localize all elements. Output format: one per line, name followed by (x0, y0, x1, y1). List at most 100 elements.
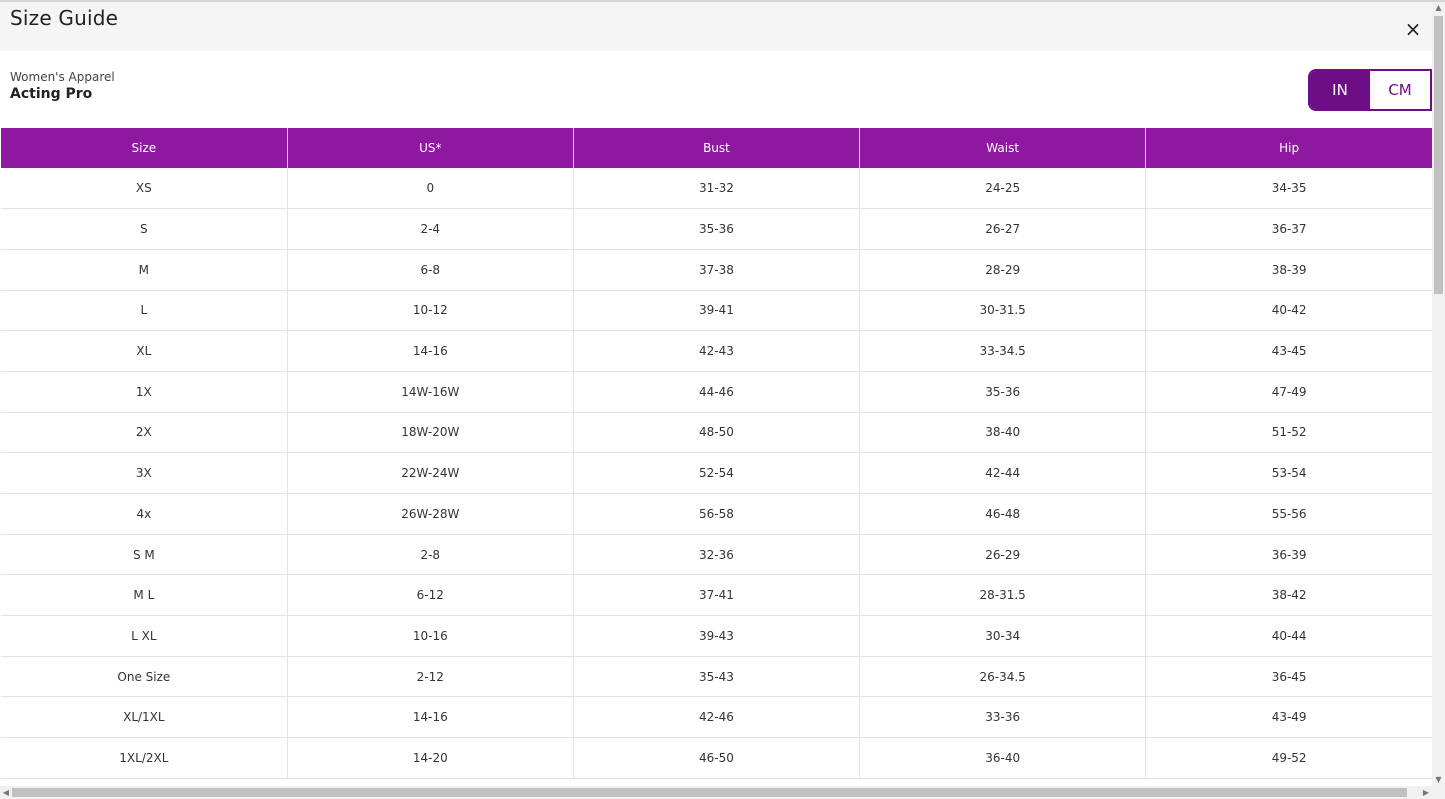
table-cell: 2-4 (286, 208, 574, 250)
table-cell: 40-42 (1145, 290, 1432, 332)
table-cell: 31-32 (572, 168, 860, 210)
table-cell: 18W-20W (286, 412, 574, 454)
column-header: Hip (1145, 128, 1432, 168)
table-cell: 28-31.5 (859, 574, 1146, 617)
size-table: Size US* Bust Waist Hip XS 0 31-32 24-25 34-35 S 2… (1, 128, 1432, 779)
table-cell: 56-58 (572, 493, 860, 535)
table-row: M 6-8 37-38 28-29 38-39 (1, 249, 1432, 291)
table-cell: 33-36 (859, 696, 1146, 739)
table-cell: XL/1XL (1, 696, 288, 739)
column-header: Waist (859, 128, 1146, 168)
table-cell: 10-12 (286, 290, 574, 332)
table-row: 3X 22W-24W 52-54 42-44 53-54 (1, 452, 1432, 494)
table-row: XL/1XL 14-16 42-46 33-36 43-49 (1, 696, 1432, 739)
table-cell: 10-16 (286, 615, 574, 657)
table-cell: 37-41 (572, 574, 860, 617)
table-cell: 35-36 (859, 371, 1146, 413)
table-cell: 1X (1, 371, 288, 413)
product-name: Acting Pro (10, 86, 93, 102)
table-cell: 37-38 (572, 249, 860, 291)
unit-toggle: IN CM (1308, 69, 1432, 111)
table-row: XL 14-16 42-43 33-34.5 43-45 (1, 330, 1432, 372)
close-icon[interactable]: × (1403, 19, 1423, 39)
table-row: S 2-4 35-36 26-27 36-37 (1, 208, 1432, 250)
table-cell: 49-52 (1145, 737, 1432, 779)
table-row: 1XL/2XL 14-20 46-50 36-40 49-52 (1, 737, 1432, 779)
table-cell: S M (1, 534, 288, 576)
table-cell: XS (1, 168, 288, 210)
table-cell: 14-20 (286, 737, 574, 779)
table-cell: 35-36 (572, 208, 860, 250)
table-cell: 2X (1, 412, 288, 454)
table-cell: 36-45 (1145, 656, 1432, 698)
table-cell: 52-54 (572, 452, 860, 494)
table-row: 2X 18W-20W 48-50 38-40 51-52 (1, 412, 1432, 454)
column-header: US* (286, 128, 574, 168)
size-table-container: Size US* Bust Waist Hip XS 0 31-32 24-25 34-35 S 2… (1, 128, 1432, 779)
table-cell: 26-29 (859, 534, 1146, 576)
table-cell: M L (1, 574, 288, 617)
table-row: L 10-12 39-41 30-31.5 40-42 (1, 290, 1432, 332)
table-cell: 35-43 (572, 656, 860, 698)
vertical-scrollbar[interactable]: ▲ ▼ (1432, 2, 1445, 786)
table-cell: 55-56 (1145, 493, 1432, 535)
table-cell: 39-43 (572, 615, 860, 657)
modal-title: Size Guide (10, 6, 119, 30)
table-cell: 36-39 (1145, 534, 1432, 576)
table-cell: 46-50 (572, 737, 860, 779)
table-cell: S (1, 208, 288, 250)
table-cell: 38-40 (859, 412, 1146, 454)
table-cell: 47-49 (1145, 371, 1432, 413)
table-cell: 34-35 (1145, 168, 1432, 210)
table-cell: 28-29 (859, 249, 1146, 291)
table-row: S M 2-8 32-36 26-29 36-39 (1, 534, 1432, 576)
scroll-left-icon[interactable]: ◀ (0, 786, 12, 799)
vertical-scroll-thumb[interactable] (1434, 16, 1443, 294)
table-cell: 36-40 (859, 737, 1146, 779)
table-cell: 6-8 (286, 249, 574, 291)
table-cell: 22W-24W (286, 452, 574, 494)
table-row: L XL 10-16 39-43 30-34 40-44 (1, 615, 1432, 657)
table-cell: 40-44 (1145, 615, 1432, 657)
table-row: XS 0 31-32 24-25 34-35 (1, 168, 1432, 210)
unit-cm-button[interactable]: CM (1370, 71, 1430, 109)
table-cell: 14W-16W (286, 371, 574, 413)
table-cell: L (1, 290, 288, 332)
horizontal-scrollbar[interactable]: ◀ ▶ (0, 786, 1445, 799)
table-cell: 14-16 (286, 696, 574, 739)
table-cell: 33-34.5 (859, 330, 1146, 372)
column-header: Bust (572, 128, 860, 168)
table-cell: One Size (1, 656, 288, 698)
table-cell: 2-8 (286, 534, 574, 576)
table-cell: 42-46 (572, 696, 860, 739)
scroll-down-icon[interactable]: ▼ (1432, 774, 1445, 786)
table-cell: 51-52 (1145, 412, 1432, 454)
column-header: Size (1, 128, 288, 168)
table-cell: 53-54 (1145, 452, 1432, 494)
table-cell: L XL (1, 615, 288, 657)
horizontal-scroll-thumb[interactable] (12, 788, 1407, 797)
table-cell: 32-36 (572, 534, 860, 576)
table-cell: 0 (286, 168, 574, 210)
table-cell: 30-31.5 (859, 290, 1146, 332)
category-label: Women's Apparel (10, 70, 115, 84)
scroll-right-icon[interactable]: ▶ (1420, 786, 1432, 799)
table-row: One Size 2-12 35-43 26-34.5 36-45 (1, 656, 1432, 698)
table-cell: 42-44 (859, 452, 1146, 494)
table-cell: 1XL/2XL (1, 737, 288, 779)
table-cell: 36-37 (1145, 208, 1432, 250)
table-row: 4x 26W-28W 56-58 46-48 55-56 (1, 493, 1432, 535)
table-cell: 43-45 (1145, 330, 1432, 372)
scroll-up-icon[interactable]: ▲ (1432, 2, 1445, 14)
table-cell: M (1, 249, 288, 291)
table-cell: 24-25 (859, 168, 1146, 210)
table-cell: 14-16 (286, 330, 574, 372)
table-cell: 30-34 (859, 615, 1146, 657)
table-cell: 43-49 (1145, 696, 1432, 739)
table-cell: 26-27 (859, 208, 1146, 250)
unit-in-button[interactable]: IN (1310, 71, 1370, 109)
table-body: XS 0 31-32 24-25 34-35 S 2-4 35-36 26-27 36-37 M 6-… (1, 168, 1432, 779)
table-cell: 26W-28W (286, 493, 574, 535)
table-cell: 3X (1, 452, 288, 494)
table-cell: 44-46 (572, 371, 860, 413)
